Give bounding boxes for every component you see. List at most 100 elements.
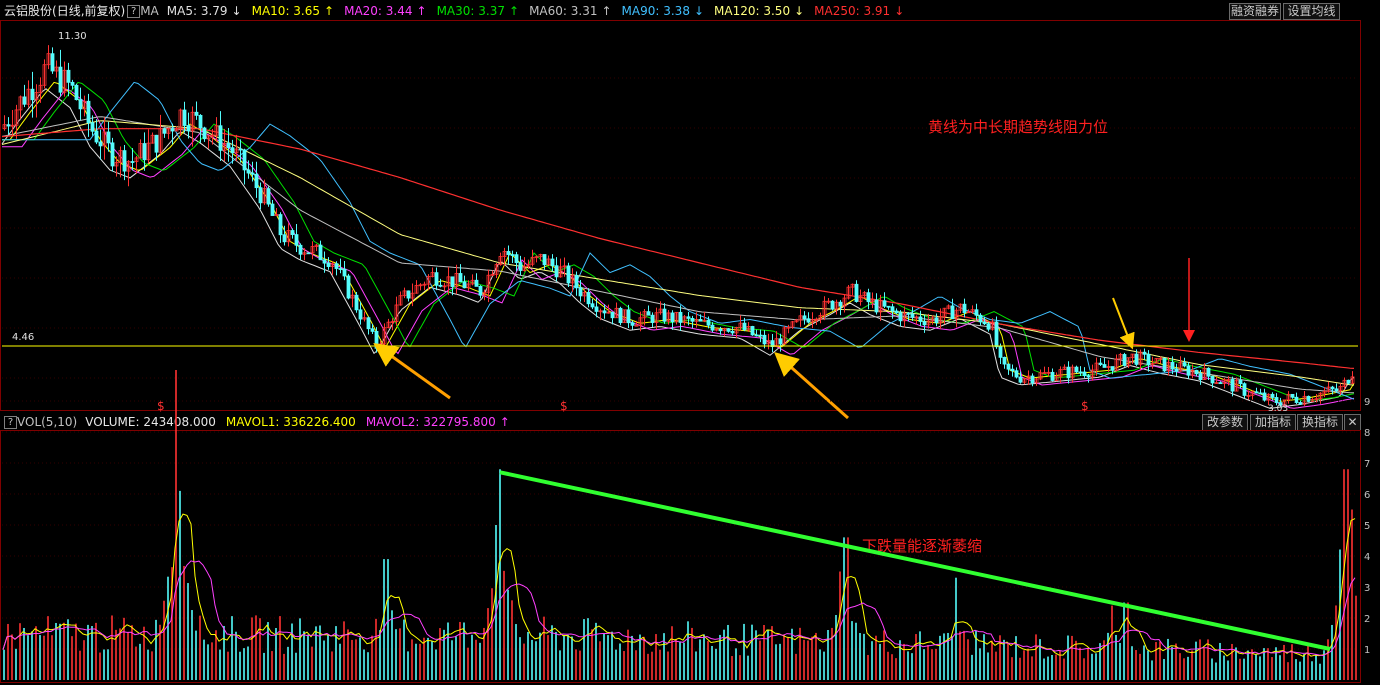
candle-body: [518, 262, 523, 271]
candle-body: [1298, 402, 1303, 405]
candle-body: [154, 134, 159, 153]
volume-tick-label: 7: [1364, 459, 1370, 470]
candle-body: [514, 254, 519, 264]
candle-body: [1206, 367, 1211, 377]
candle-body: [894, 310, 899, 314]
candle-body: [1194, 369, 1199, 375]
candle-body: [1078, 371, 1083, 374]
candle-body: [366, 317, 371, 330]
volume-tick-label: 3: [1364, 583, 1370, 594]
volume-axis: 1 2 3 4 5 6 7 8 9: [1364, 397, 1370, 656]
candle-body: [142, 143, 147, 161]
candle-body: [90, 122, 95, 132]
candle-body: [218, 125, 223, 151]
candle-body: [66, 69, 71, 83]
support-level-label: 4.46: [12, 332, 34, 343]
candle-body: [898, 312, 903, 322]
candle-body: [982, 321, 987, 325]
candle-body: [1066, 366, 1071, 379]
candle-body: [778, 338, 783, 345]
candle-body: [802, 315, 807, 320]
candle-body: [662, 308, 667, 322]
volume-tick-label: 1: [1364, 645, 1370, 656]
volume-ma-lines: [2, 513, 1356, 657]
candle-body: [226, 142, 231, 149]
support-arrow: [774, 352, 849, 420]
candle-body: [462, 281, 467, 289]
candle-body: [974, 309, 979, 316]
candle-body: [618, 307, 623, 324]
candle-body: [590, 303, 595, 308]
candle-body: [574, 274, 579, 289]
candle-body: [110, 142, 115, 167]
candle-body: [1186, 365, 1191, 376]
candle-body: [1346, 379, 1351, 384]
candle-body: [1238, 379, 1243, 385]
candle-body: [458, 273, 463, 283]
candle-body: [1050, 371, 1055, 381]
candle-body: [298, 244, 303, 255]
candle-body: [1230, 379, 1235, 392]
candle-body: [1002, 356, 1007, 365]
candle-body: [670, 312, 675, 323]
candle-body: [1018, 376, 1023, 383]
candle-body: [6, 124, 11, 127]
candle-body: [550, 258, 555, 267]
candle-body: [22, 96, 27, 105]
high-price-label: 11.30: [58, 31, 87, 42]
candle-body: [698, 319, 703, 322]
candle-body: [170, 128, 175, 132]
candle-body: [282, 234, 287, 243]
candle-body: [194, 111, 199, 116]
candle-body: [246, 169, 251, 174]
candle-body: [94, 130, 99, 143]
candle-body: [646, 311, 651, 316]
candle-body: [198, 114, 203, 129]
candle-body: [338, 268, 343, 270]
candle-body: [342, 268, 347, 277]
candle-body: [710, 324, 715, 331]
candle-body: [1290, 393, 1295, 398]
candle-body: [1198, 373, 1203, 381]
candle-body: [1334, 388, 1339, 392]
candle-body: [1218, 382, 1223, 385]
candle-body: [750, 326, 755, 336]
candle-body: [998, 346, 1003, 358]
candle-body: [478, 286, 483, 296]
candle-body: [510, 254, 515, 256]
candle-body: [1122, 354, 1127, 366]
candle-body: [1330, 386, 1335, 390]
candle-body: [122, 150, 127, 172]
candle-body: [910, 313, 915, 318]
stock-chart[interactable]: 4.46 11.30 3.03 黄线为中长期趋势线阻力位 下跌量能逐渐萎缩 $ …: [0, 0, 1380, 685]
candle-body: [1254, 391, 1259, 394]
candle-body: [162, 128, 167, 134]
candle-body: [762, 334, 767, 345]
resistance-note: 黄线为中长期趋势线阻力位: [928, 118, 1108, 136]
candle-body: [566, 265, 571, 284]
candle-body: [1134, 353, 1139, 365]
candle-body: [346, 275, 351, 299]
candle-body: [270, 203, 275, 216]
candle-body: [230, 147, 235, 154]
candle-body: [306, 252, 311, 255]
resistance-arrow: [1112, 297, 1135, 350]
candle-body: [434, 272, 439, 286]
candle-body: [242, 149, 247, 171]
candle-body: [98, 141, 103, 147]
candle-body: [578, 287, 583, 297]
price-panel-frame: [0, 20, 1361, 411]
candle-body: [610, 311, 615, 319]
candle-body: [186, 125, 191, 132]
candle-body: [202, 127, 207, 140]
candle-body: [238, 148, 243, 151]
candle-body: [1270, 393, 1275, 398]
price-grid: [2, 77, 1358, 379]
candle-body: [886, 305, 891, 308]
candle-body: [1098, 362, 1103, 365]
volume-tick-label: 9: [1364, 397, 1370, 408]
candle-body: [266, 188, 271, 205]
candle-body: [438, 284, 443, 287]
candle-body: [278, 214, 283, 236]
candle-body: [58, 66, 63, 93]
